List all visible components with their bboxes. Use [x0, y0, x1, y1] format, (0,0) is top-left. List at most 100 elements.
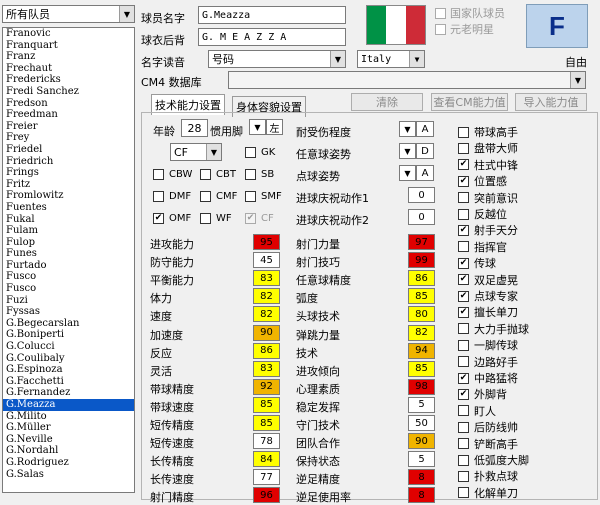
list-item[interactable]: G.Facchetti: [3, 376, 134, 388]
stat-value[interactable]: 99: [408, 252, 435, 269]
national-player-checkbox[interactable]: 国家队球员: [435, 5, 505, 21]
position-checkbox-dmf[interactable]: DMF: [153, 191, 191, 202]
skill-checkbox[interactable]: 铲断高手: [458, 436, 518, 452]
skill-checkbox[interactable]: 后防线帅: [458, 419, 518, 435]
skill-checkbox[interactable]: 突前意识: [458, 190, 518, 206]
stat-value[interactable]: 86: [408, 270, 435, 287]
skill-checkbox[interactable]: 低弧度大脚: [458, 452, 529, 468]
list-item[interactable]: G.Salas: [3, 469, 134, 481]
skill-checkbox[interactable]: ✔ 传球: [458, 255, 496, 271]
skill-checkbox[interactable]: ✔ 中路猛将: [458, 370, 518, 386]
stat-value[interactable]: 85: [253, 396, 280, 413]
stat-value[interactable]: 98: [408, 378, 435, 395]
stat-value[interactable]: 83: [253, 270, 280, 287]
list-item[interactable]: G.Nordahl: [3, 445, 134, 457]
player-list[interactable]: Franovic Franquart Franz Frechaut Fredericks…: [2, 27, 135, 493]
position-checkbox-smf[interactable]: SMF: [245, 191, 282, 202]
stat-value[interactable]: 92: [253, 378, 280, 395]
stat-value[interactable]: 90: [253, 324, 280, 341]
list-item[interactable]: G.Boniperti: [3, 329, 134, 341]
age-input[interactable]: 28: [181, 119, 208, 137]
stat-value[interactable]: 83: [253, 360, 280, 377]
list-item[interactable]: Fuzi: [3, 295, 134, 307]
stat-value[interactable]: 80: [408, 306, 435, 323]
list-item[interactable]: Fyssas: [3, 306, 134, 318]
list-item[interactable]: Fusco: [3, 271, 134, 283]
skill-checkbox[interactable]: ✔ 外脚背: [458, 386, 507, 402]
list-item[interactable]: G.Müller: [3, 422, 134, 434]
list-item[interactable]: Fredson: [3, 98, 134, 110]
list-item[interactable]: G.Espinoza: [3, 364, 134, 376]
stat-value[interactable]: 85: [408, 360, 435, 377]
list-item[interactable]: Furtado: [3, 260, 134, 272]
stat-value[interactable]: 97: [408, 234, 435, 250]
list-item[interactable]: Frey: [3, 132, 134, 144]
position-checkbox-wf[interactable]: WF: [200, 213, 232, 224]
import-button[interactable]: 导入能力值: [515, 93, 587, 111]
stat-value[interactable]: 96: [253, 487, 280, 504]
list-item[interactable]: Franquart: [3, 40, 134, 52]
list-item[interactable]: Fulop: [3, 237, 134, 249]
list-item[interactable]: Fritz: [3, 179, 134, 191]
skill-checkbox[interactable]: ✔ 柱式中锋: [458, 157, 518, 173]
list-item[interactable]: Fromlowitz: [3, 190, 134, 202]
list-item[interactable]: G.Milito: [3, 411, 134, 423]
skill-checkbox[interactable]: 化解单刀: [458, 485, 518, 501]
list-item[interactable]: G.Fernandez: [3, 387, 134, 399]
setting-select[interactable]: ▼ A: [399, 121, 434, 137]
setting-select[interactable]: ▼ D: [399, 143, 434, 159]
position-checkbox-cbt[interactable]: CBT: [200, 169, 236, 180]
skill-checkbox[interactable]: 指挥官: [458, 239, 507, 255]
stat-value[interactable]: 82: [408, 324, 435, 341]
skill-checkbox[interactable]: 盯人: [458, 403, 496, 419]
stat-value[interactable]: 85: [408, 288, 435, 305]
list-item[interactable]: Fredi Sanchez: [3, 86, 134, 98]
stat-value[interactable]: 84: [253, 451, 280, 468]
stat-value[interactable]: 8: [408, 469, 435, 486]
free-agent-badge[interactable]: F: [526, 4, 588, 48]
player-name-input[interactable]: G.Meazza: [198, 6, 346, 24]
list-item[interactable]: Freedman: [3, 109, 134, 121]
stat-value[interactable]: 94: [408, 342, 435, 359]
stat-value[interactable]: 95: [253, 234, 280, 250]
stat-value[interactable]: 86: [253, 342, 280, 359]
skill-checkbox[interactable]: 反越位: [458, 206, 507, 222]
list-item[interactable]: Franovic: [3, 28, 134, 40]
position-checkbox-cbw[interactable]: CBW: [153, 169, 192, 180]
list-item[interactable]: Fusco: [3, 283, 134, 295]
position-checkbox-sb[interactable]: SB: [245, 169, 274, 180]
position-select[interactable]: CF ▼: [170, 143, 222, 161]
list-item[interactable]: Freier: [3, 121, 134, 133]
foot-select[interactable]: ▼ 左: [249, 119, 283, 135]
setting-input[interactable]: 0: [408, 209, 435, 225]
stat-value[interactable]: 5: [408, 451, 435, 468]
skill-checkbox[interactable]: 盘带大师: [458, 140, 518, 156]
list-item[interactable]: Franz: [3, 51, 134, 63]
list-item[interactable]: Frings: [3, 167, 134, 179]
skill-checkbox[interactable]: 边路好手: [458, 354, 518, 370]
list-item[interactable]: G.Meazza: [3, 399, 134, 411]
stat-value[interactable]: 82: [253, 306, 280, 323]
list-item[interactable]: Frechaut: [3, 63, 134, 75]
skill-checkbox[interactable]: 带球高手: [458, 124, 518, 140]
shirt-name-input[interactable]: G. M E A Z Z A: [198, 28, 346, 46]
pronunciation-select[interactable]: 号码 ▼: [208, 50, 346, 68]
list-item[interactable]: G.Coulibaly: [3, 353, 134, 365]
skill-checkbox[interactable]: 一脚传球: [458, 337, 518, 353]
list-item[interactable]: Fredericks: [3, 74, 134, 86]
list-item[interactable]: G.Colucci: [3, 341, 134, 353]
veteran-checkbox[interactable]: 元老明星: [435, 21, 494, 37]
list-item[interactable]: Fulam: [3, 225, 134, 237]
position-checkbox-gk[interactable]: GK: [245, 147, 275, 158]
stat-value[interactable]: 78: [253, 433, 280, 450]
list-item[interactable]: Fukal: [3, 214, 134, 226]
stat-value[interactable]: 5: [408, 396, 435, 413]
clear-button[interactable]: 清除: [351, 93, 423, 111]
position-checkbox-omf[interactable]: ✔ OMF: [153, 213, 191, 224]
stat-value[interactable]: 50: [408, 415, 435, 431]
list-item[interactable]: G.Rodriguez: [3, 457, 134, 469]
stat-value[interactable]: 45: [253, 252, 280, 269]
stat-value[interactable]: 77: [253, 469, 280, 486]
stat-value[interactable]: 82: [253, 288, 280, 305]
skill-checkbox[interactable]: ✔ 点球专家: [458, 288, 518, 304]
